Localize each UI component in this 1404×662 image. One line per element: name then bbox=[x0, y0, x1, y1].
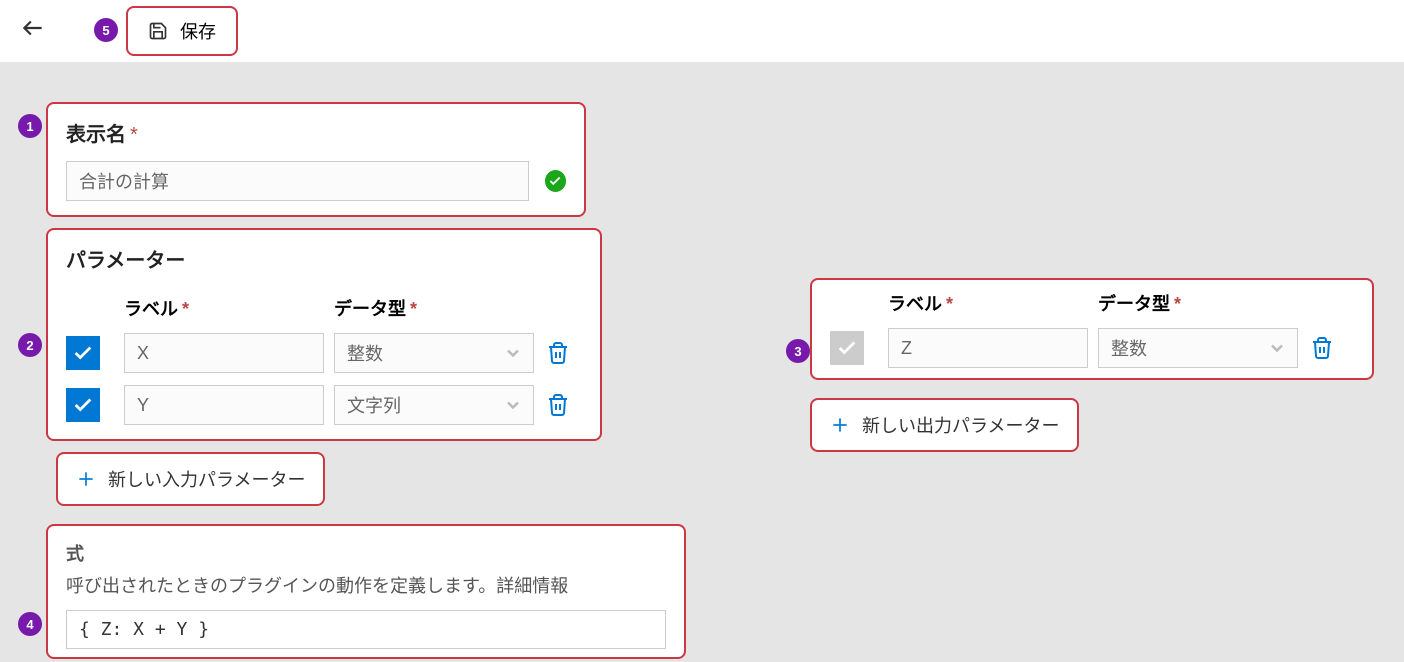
add-input-parameter-button[interactable]: 新しい入力パラメーター bbox=[58, 454, 323, 504]
display-name-input[interactable] bbox=[66, 161, 529, 201]
header-bar: 保存 bbox=[0, 0, 1404, 62]
display-name-panel: 表示名* bbox=[46, 102, 586, 217]
param-checkbox[interactable] bbox=[66, 388, 100, 422]
chevron-down-icon bbox=[503, 395, 523, 415]
back-arrow-icon[interactable] bbox=[20, 15, 46, 48]
output-parameters-panel: ラベル* データ型* 整数 bbox=[810, 278, 1374, 380]
output-type-select[interactable]: 整数 bbox=[1098, 328, 1298, 368]
chevron-down-icon bbox=[503, 343, 523, 363]
param-checkbox[interactable] bbox=[66, 336, 100, 370]
param-type-select[interactable]: 文字列 bbox=[334, 385, 534, 425]
formula-panel: 式 呼び出されたときのプラグインの動作を定義します。詳細情報 { Z: X + … bbox=[46, 524, 686, 659]
param-label-input[interactable] bbox=[124, 333, 324, 373]
save-button[interactable]: 保存 bbox=[126, 6, 238, 56]
parameters-title: パラメーター bbox=[66, 244, 582, 273]
chevron-down-icon bbox=[1267, 338, 1287, 358]
param-row: 文字列 bbox=[66, 385, 582, 425]
delete-icon[interactable] bbox=[546, 393, 570, 417]
save-icon bbox=[148, 21, 168, 41]
formula-input[interactable]: { Z: X + Y } bbox=[66, 610, 666, 649]
display-name-title: 表示名* bbox=[66, 118, 566, 147]
callout-badge: 5 bbox=[94, 18, 118, 42]
callout-badge: 1 bbox=[18, 114, 42, 138]
delete-icon[interactable] bbox=[546, 341, 570, 365]
add-output-param-wrap: 新しい出力パラメーター bbox=[810, 398, 1079, 452]
output-row: 整数 bbox=[830, 328, 1354, 368]
param-row: 整数 bbox=[66, 333, 582, 373]
delete-icon[interactable] bbox=[1310, 336, 1334, 360]
add-output-parameter-button[interactable]: 新しい出力パラメーター bbox=[812, 400, 1077, 450]
output-checkbox[interactable] bbox=[830, 331, 864, 365]
param-label-input[interactable] bbox=[124, 385, 324, 425]
plus-icon bbox=[830, 415, 850, 435]
callout-badge: 4 bbox=[18, 612, 42, 636]
check-icon bbox=[545, 170, 566, 192]
param-headers: ラベル* データ型* bbox=[66, 295, 582, 321]
save-button-label: 保存 bbox=[180, 18, 216, 44]
plus-icon bbox=[76, 469, 96, 489]
callout-badge: 2 bbox=[18, 333, 42, 357]
param-type-select[interactable]: 整数 bbox=[334, 333, 534, 373]
output-label-input[interactable] bbox=[888, 328, 1088, 368]
output-headers: ラベル* データ型* bbox=[830, 290, 1354, 316]
add-input-param-wrap: 新しい入力パラメーター bbox=[56, 452, 325, 506]
callout-badge: 3 bbox=[786, 339, 810, 363]
formula-description: 呼び出されたときのプラグインの動作を定義します。詳細情報 bbox=[66, 572, 666, 598]
formula-title: 式 bbox=[66, 540, 666, 566]
input-parameters-panel: パラメーター ラベル* データ型* 整数 文字列 bbox=[46, 228, 602, 441]
